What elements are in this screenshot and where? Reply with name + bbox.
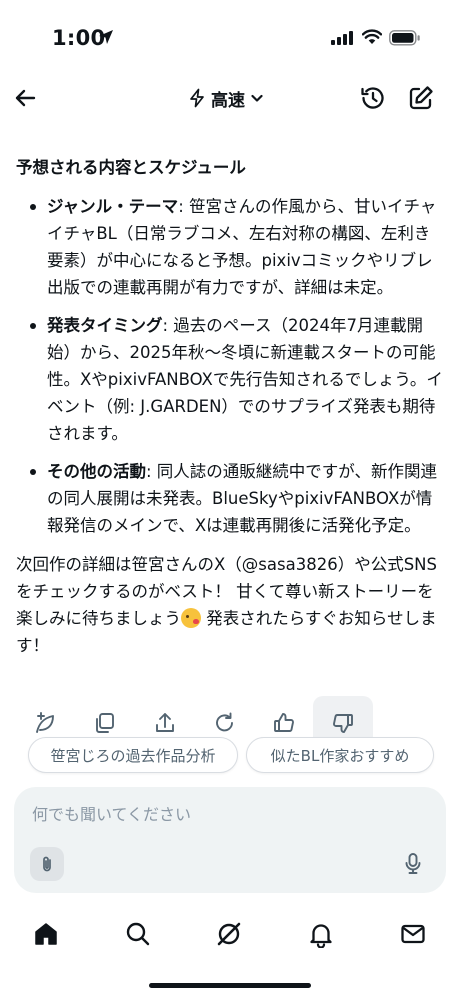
status-bar: 1:00 [0,0,460,76]
copy-icon [96,713,114,733]
refresh-button[interactable] [210,708,240,738]
paperclip-icon [43,856,51,872]
thumbs-up-icon [274,713,294,732]
suggestion-chip[interactable]: 笹宮じろの過去作品分析 [28,737,238,773]
messages-icon [401,924,425,944]
history-icon [361,87,384,109]
new-chat-button[interactable] [405,82,437,114]
kissing-face-emoji-icon [181,608,201,628]
tab-messages[interactable] [397,918,429,950]
grok-icon [217,922,241,946]
tab-grok[interactable] [213,918,245,950]
lightning-icon [190,88,204,108]
bullet-title: ジャンル・テーマ [47,197,179,216]
back-button[interactable] [10,82,42,114]
message-input[interactable]: 何でも聞いてください [32,801,191,825]
tab-home[interactable] [30,918,62,950]
voice-input-button[interactable] [398,849,428,879]
share-icon [156,713,174,732]
notifications-icon [310,924,332,948]
message-composer[interactable]: 何でも聞いてください [14,787,446,893]
home-icon [35,923,57,945]
search-icon [126,922,150,946]
closing-paragraph: 次回作の詳細は笹宮さんのX（@sasa3826）や公式SNSをチェックするのがベ… [16,551,444,659]
mode-label: 高速 [211,90,245,111]
microphone-icon [405,853,421,874]
tab-notifications[interactable] [305,918,337,950]
bullet-dot [30,323,36,329]
bullet-item: 発表タイミング: 過去のペース（2024年7月連載開始）から、2025年秋〜冬頃… [16,312,444,447]
thumbs-down-button[interactable] [328,708,358,738]
regenerate-leaf-icon [36,712,54,733]
bullet-title: 発表タイミング [47,316,163,335]
thumbs-down-icon [333,714,353,733]
bullet-item: ジャンル・テーマ: 笹宮さんの作風から、甘いイチャイチャBL（日常ラブコメ、左右… [16,193,444,301]
refresh-icon [216,712,233,732]
regenerate-button[interactable] [30,708,60,738]
history-button[interactable] [357,82,389,114]
tab-search[interactable] [122,918,154,950]
bullet-dot [30,204,36,210]
attach-button[interactable] [30,847,64,881]
compose-icon [409,86,433,110]
copy-button[interactable] [90,708,120,738]
home-indicator [149,983,311,988]
bullet-dot [30,469,36,475]
suggestion-chip[interactable]: 似たBL作家おすすめ [246,737,434,773]
section-heading: 予想される内容とスケジュール [16,158,246,177]
bottom-tab-bar [0,906,460,966]
share-button[interactable] [150,708,180,738]
battery-icon [389,30,420,46]
arrow-left-icon [15,89,36,107]
bullet-item: その他の活動: 同人誌の通販継続中ですが、新作関連の同人展開は未発表。BlueS… [16,458,444,539]
bullet-title: その他の活動 [47,462,146,481]
bullet-list: ジャンル・テーマ: 笹宮さんの作風から、甘いイチャイチャBL（日常ラブコメ、左右… [16,193,444,539]
assistant-response: 予想される内容とスケジュール ジャンル・テーマ: 笹宮さんの作風から、甘いイチャ… [16,154,444,659]
mode-selector[interactable]: 高速 [188,82,264,114]
thumbs-up-button[interactable] [269,708,299,738]
wifi-icon [362,29,382,44]
location-arrow-icon [99,30,113,44]
cellular-signal-icon [331,31,353,45]
bullet-text: : 過去のペース（2024年7月連載開始）から、2025年秋〜冬頃に新連載スター… [47,316,443,443]
chevron-down-icon [251,94,263,102]
